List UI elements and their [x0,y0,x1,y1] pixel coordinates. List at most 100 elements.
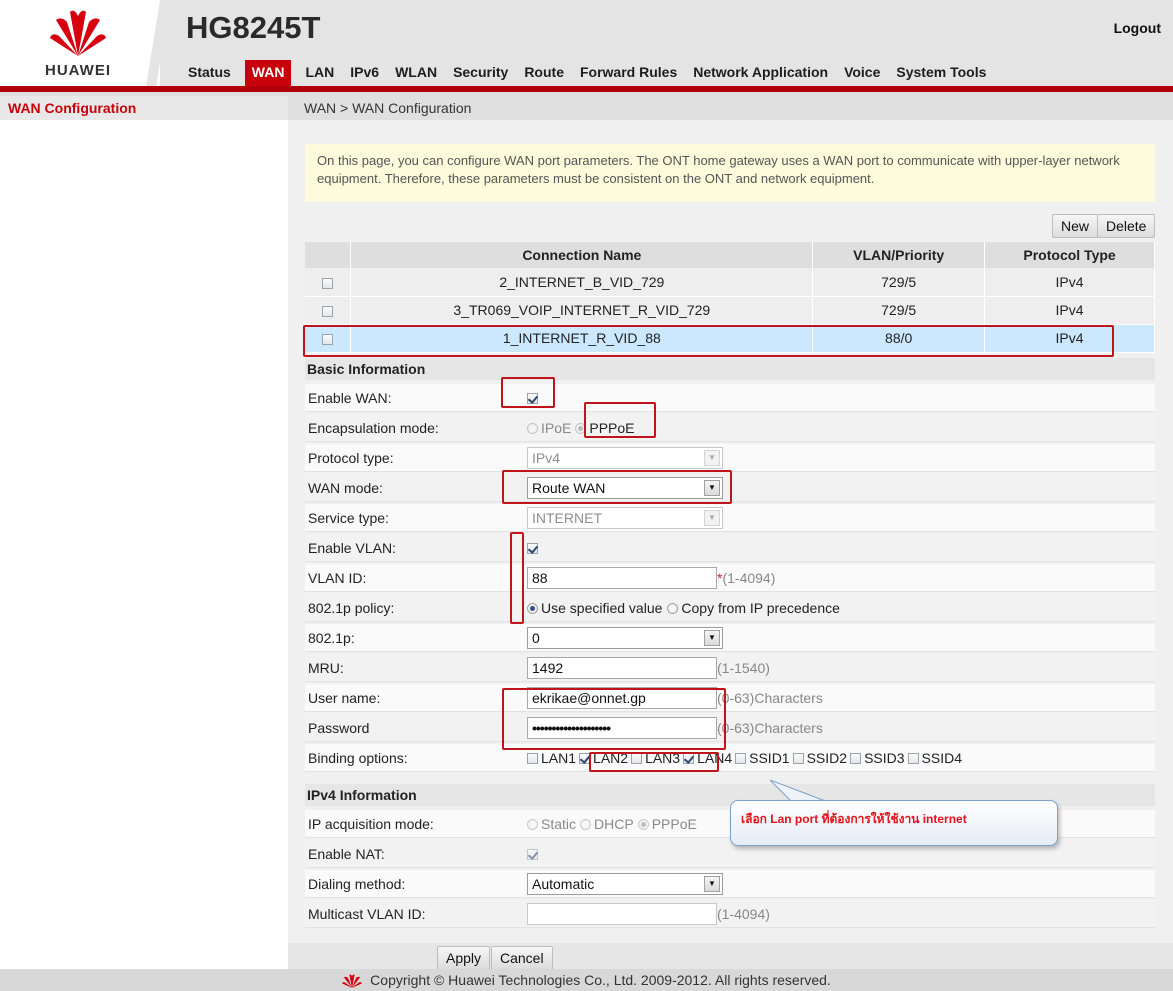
cancel-button[interactable]: Cancel [491,946,553,970]
dhcp-radio[interactable] [580,818,592,830]
basic-info-title: Basic Information [305,358,1155,380]
tab-system-tools[interactable]: System Tools [888,60,994,86]
username-input[interactable] [527,687,717,709]
8021p-label: 802.1p: [308,630,355,646]
delete-button[interactable]: Delete [1097,214,1156,238]
lan2-checkbox[interactable] [579,752,591,764]
multicast-vlan-row: Multicast VLAN ID: (1-4094) [305,900,1155,928]
wan-mode-label: WAN mode: [308,480,383,496]
vlan-priority: 729/5 [812,268,986,297]
8021p-row: 802.1p: 0 ▼ [305,624,1155,652]
header-bar: HUAWEI HG8245T Logout Status WAN LAN IPv6 WL… [0,0,1173,96]
callout-text: เลือก Lan port ที่ต้องการให้ใช้งาน inter… [741,812,967,826]
static-radio[interactable] [527,818,538,830]
enable-wan-label: Enable WAN: [308,390,392,406]
vlan-id-input[interactable] [527,567,717,589]
tab-wlan[interactable]: WLAN [387,60,445,86]
row-select-checkbox[interactable] [322,277,334,289]
connection-table: Connection Name VLAN/Priority Protocol T… [305,242,1155,353]
logout-link[interactable]: Logout [1114,20,1161,36]
enable-wan-checkbox[interactable] [527,392,538,404]
ssid1-label: SSID1 [749,750,790,766]
enable-nat-checkbox[interactable] [527,848,538,860]
new-button[interactable]: New [1052,214,1099,238]
tab-security[interactable]: Security [445,60,516,86]
chevron-down-icon: ▼ [704,480,720,496]
vlan-id-label: VLAN ID: [308,570,367,586]
ssid4-checkbox[interactable] [907,752,919,764]
vlan-id-hint: (1-4094) [722,570,776,586]
protocol-type: IPv4 [984,296,1155,325]
lan1-checkbox[interactable] [527,752,538,764]
username-hint: (0-63)Characters [717,690,823,706]
action-bar: Apply Cancel [288,943,1173,970]
protocol-type: IPv4 [984,324,1155,353]
dialing-method-select[interactable]: Automatic ▼ [527,873,723,895]
row-select-checkbox[interactable] [322,305,334,317]
annotation-callout: เลือก Lan port ที่ต้องการให้ใช้งาน inter… [730,800,1058,846]
breadcrumb: WAN > WAN Configuration [288,96,1173,120]
tab-lan[interactable]: LAN [297,60,342,86]
vlan-id-row: VLAN ID: *(1-4094) [305,564,1155,592]
protocol-type-select[interactable]: IPv4 ▼ [527,447,723,469]
password-row: Password •••••••••••••••••••• (0-63)Char… [305,714,1155,742]
use-specified-value-radio[interactable] [527,602,538,614]
chevron-down-icon: ▼ [704,450,720,466]
ip-acquisition-label: IP acquisition mode: [308,816,434,832]
vlan-priority: 729/5 [812,296,986,325]
table-row[interactable]: 3_TR069_VOIP_INTERNET_R_VID_729 729/5 IP… [305,296,1155,325]
static-label: Static [541,816,577,832]
sidebar-item-wan-configuration[interactable]: WAN Configuration [0,96,288,120]
use-specified-value-label: Use specified value [541,600,663,616]
tab-network-application[interactable]: Network Application [685,60,836,86]
pppoe-acq-label: PPPoE [651,816,697,832]
ssid2-checkbox[interactable] [792,752,804,764]
mru-hint: (1-1540) [717,660,770,676]
ipoe-label: IPoE [541,420,572,436]
tab-voice[interactable]: Voice [836,60,888,86]
connection-name: 1_INTERNET_R_VID_88 [350,324,814,353]
binding-options-label: Binding options: [308,750,408,766]
multicast-vlan-input[interactable] [527,903,717,925]
ssid4-label: SSID4 [921,750,962,766]
copy-ip-precedence-radio[interactable] [667,602,679,614]
lan3-checkbox[interactable] [631,752,643,764]
ipoe-radio[interactable] [527,422,538,434]
ssid2-label: SSID2 [806,750,848,766]
8021p-select[interactable]: 0 ▼ [527,627,723,649]
tab-ipv6[interactable]: IPv6 [342,60,387,86]
pppoe-acq-radio[interactable] [637,818,649,830]
col-connection-name: Connection Name [350,242,814,268]
apply-button[interactable]: Apply [437,946,491,970]
8021p-policy-label: 802.1p policy: [308,600,395,616]
wan-mode-select[interactable]: Route WAN ▼ [527,477,723,499]
brand-logo: HUAWEI [0,0,160,87]
ssid1-checkbox[interactable] [735,752,747,764]
huawei-logo-icon [342,974,363,989]
footer: Copyright © Huawei Technologies Co., Ltd… [0,969,1173,991]
password-input[interactable]: •••••••••••••••••••• [527,717,717,739]
enable-wan-row: Enable WAN: [305,384,1155,412]
mru-input[interactable] [527,657,717,679]
lan4-checkbox[interactable] [683,752,695,764]
huawei-logo-icon [50,10,106,57]
enable-vlan-checkbox[interactable] [527,542,538,554]
chevron-down-icon: ▼ [704,876,720,892]
service-type-select[interactable]: INTERNET ▼ [527,507,723,529]
model-title: HG8245T [186,10,321,45]
multicast-vlan-label: Multicast VLAN ID: [308,906,426,922]
table-row[interactable]: 2_INTERNET_B_VID_729 729/5 IPv4 [305,268,1155,297]
lan4-label: LAN4 [697,750,733,766]
pppoe-radio[interactable] [575,422,587,434]
tab-route[interactable]: Route [516,60,572,86]
tab-status[interactable]: Status [180,60,239,86]
tab-forward-rules[interactable]: Forward Rules [572,60,685,86]
row-select-checkbox[interactable] [322,333,334,345]
service-type-label: Service type: [308,510,389,526]
encapsulation-label: Encapsulation mode: [308,420,439,436]
binding-options-row: Binding options: LAN1 LAN2 LAN3 LAN4 SSI… [305,744,1155,772]
ssid3-checkbox[interactable] [850,752,862,764]
tab-wan[interactable]: WAN [244,60,292,86]
table-row-selected[interactable]: 1_INTERNET_R_VID_88 88/0 IPv4 [305,324,1155,353]
encapsulation-row: Encapsulation mode: IPoE PPPoE [305,414,1155,442]
